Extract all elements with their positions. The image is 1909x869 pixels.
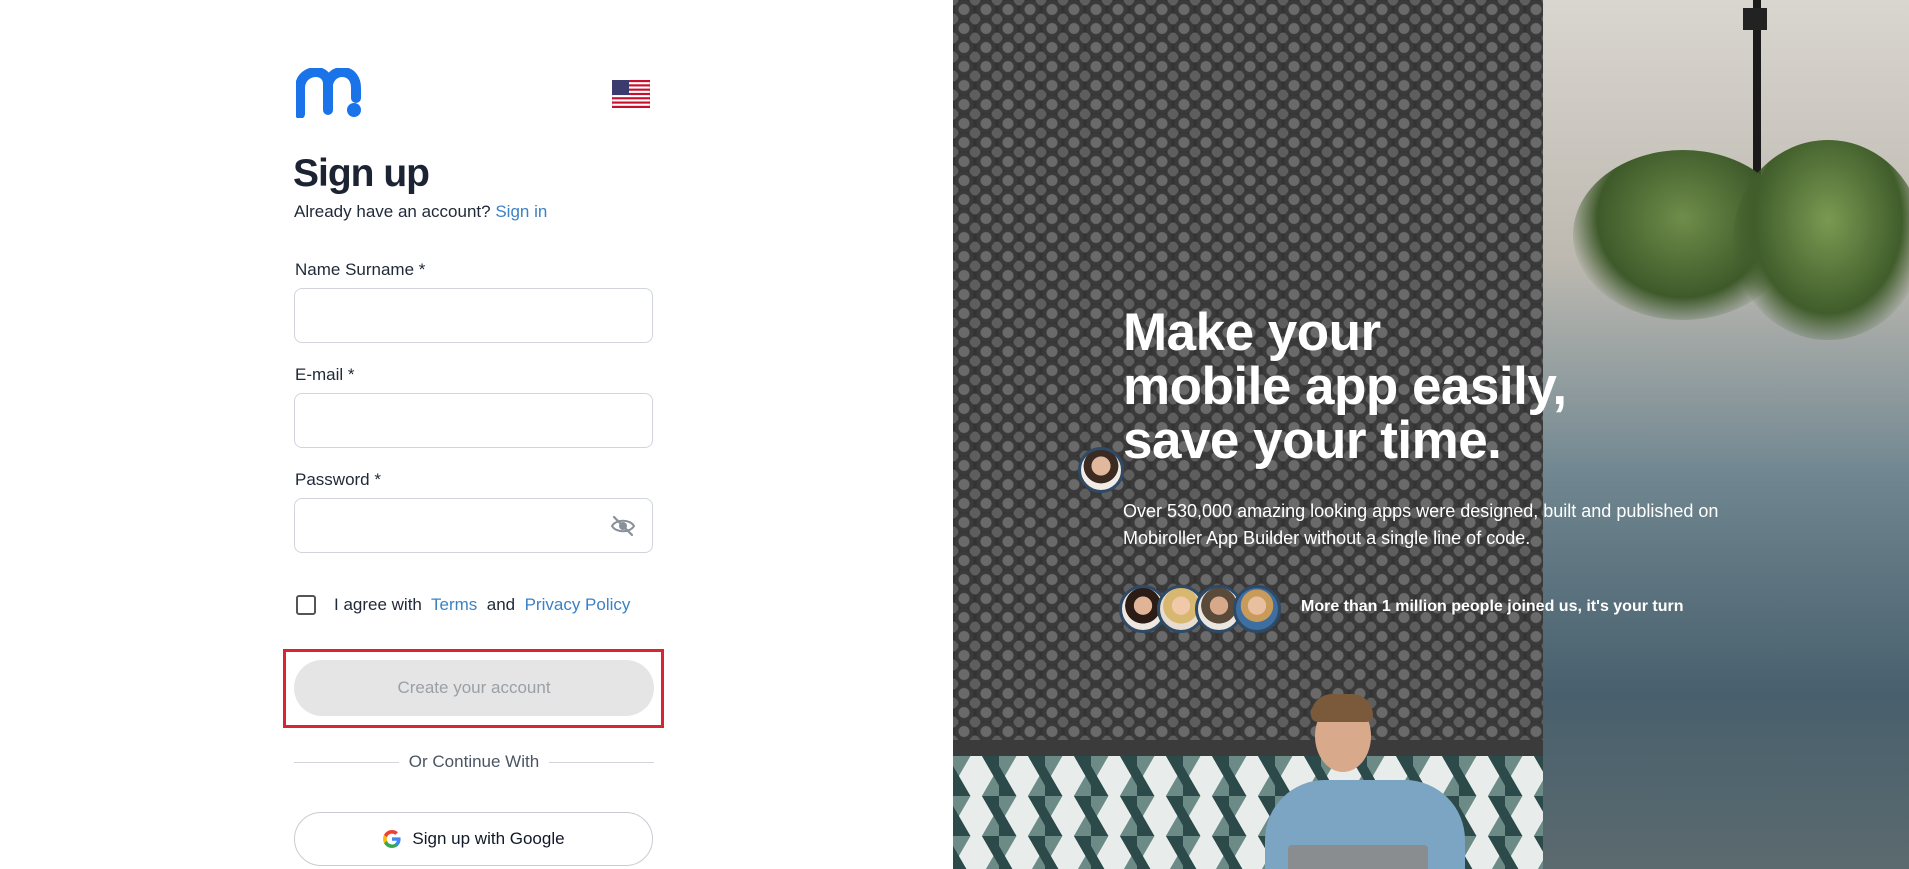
privacy-policy-link[interactable]: Privacy Policy [525, 595, 631, 614]
person-hair [1311, 694, 1373, 722]
agree-text: I agree with Terms and Privacy Policy [334, 595, 630, 615]
hero-panel: Make your mobile app easily, save your t… [953, 0, 1909, 869]
plant-decoration-2 [1733, 140, 1909, 340]
joined-text: More than 1 million people joined us, it… [1301, 598, 1684, 615]
terms-link[interactable]: Terms [431, 595, 477, 614]
email-label: E-mail * [295, 365, 355, 384]
page-title: Sign up [293, 152, 430, 195]
avatar [1233, 585, 1281, 633]
signin-prompt: Already have an account? Sign in [294, 202, 547, 222]
divider-line-right [549, 762, 654, 763]
hero-headline: Make your mobile app easily, save your t… [1123, 306, 1683, 468]
agree-prefix: I agree with [334, 595, 422, 614]
and-text: and [486, 595, 516, 614]
already-text: Already have an account? [294, 202, 491, 221]
or-divider: Or Continue With [294, 752, 654, 772]
avatar-group [1119, 585, 1299, 633]
password-input[interactable] [294, 498, 653, 553]
avatar [1078, 447, 1124, 493]
sign-in-link[interactable]: Sign in [495, 202, 547, 221]
signup-panel: Sign up Already have an account? Sign in… [0, 0, 953, 869]
create-account-button[interactable]: Create your account [294, 660, 654, 716]
headline-line-1: Make your [1123, 303, 1381, 362]
google-signup-button[interactable]: Sign up with Google [294, 812, 653, 866]
eye-off-icon[interactable] [610, 514, 636, 538]
us-flag-icon[interactable] [612, 80, 650, 108]
password-label: Password * [295, 470, 381, 489]
name-surname-input[interactable] [294, 288, 653, 343]
hero-subtext: Over 530,000 amazing looking apps were d… [1123, 501, 1719, 548]
laptop [1288, 845, 1428, 869]
name-label: Name Surname * [295, 260, 426, 279]
headline-line-2: mobile app easily, [1123, 357, 1567, 416]
email-input[interactable] [294, 393, 653, 448]
google-g-icon [383, 830, 402, 848]
pipe-fixture-decoration [1743, 8, 1767, 30]
google-button-label: Sign up with Google [412, 829, 565, 848]
agree-checkbox[interactable] [296, 595, 316, 615]
mobiroller-logo[interactable] [296, 68, 364, 118]
headline-line-3: save your time. [1123, 411, 1502, 470]
